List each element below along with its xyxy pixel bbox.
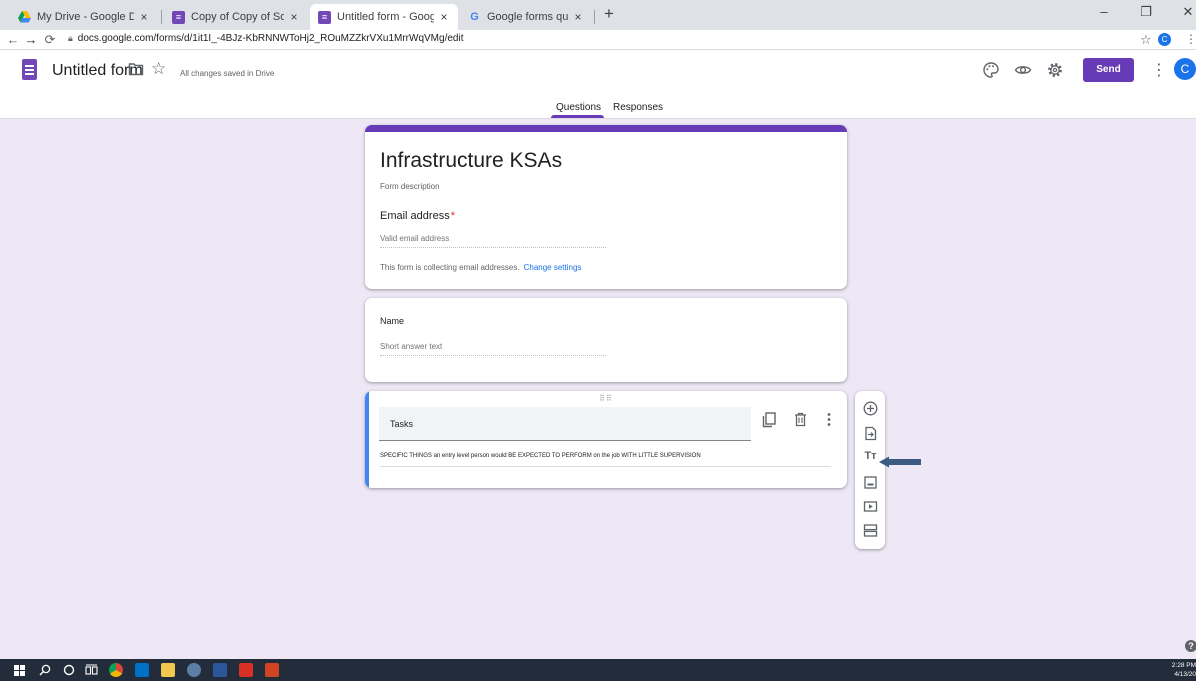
- new-tab-button[interactable]: +: [598, 4, 620, 26]
- add-item-toolbar: Tт: [855, 391, 885, 549]
- more-options-icon[interactable]: ⋮: [1151, 60, 1167, 80]
- email-answer-placeholder: Valid email address: [380, 234, 606, 248]
- email-label-text: Email address: [380, 210, 450, 222]
- tab-software-dev[interactable]: ≡ Copy of Copy of Software Dev K ×: [164, 4, 308, 30]
- tab-my-drive[interactable]: My Drive - Google Drive ×: [10, 4, 158, 30]
- email-note-text: This form is collecting email addresses.: [380, 263, 520, 272]
- annotation-arrow: [879, 456, 921, 468]
- star-icon[interactable]: ☆: [151, 59, 166, 79]
- more-vert-icon[interactable]: [826, 412, 832, 427]
- section-title-text: Tasks: [390, 419, 414, 429]
- tab-label: Copy of Copy of Software Dev K: [191, 11, 284, 23]
- close-icon[interactable]: ×: [138, 10, 150, 24]
- add-section-icon[interactable]: [863, 523, 878, 538]
- title-description-card[interactable]: ⠿⠿ Tasks SPECIFIC THINGS an entry level …: [365, 391, 847, 488]
- clock-date: 4/13/20: [1174, 671, 1196, 678]
- palette-icon[interactable]: [982, 61, 1000, 79]
- section-title-input[interactable]: Tasks: [379, 407, 751, 441]
- outlook-app-icon[interactable]: [135, 663, 149, 677]
- question-card-name[interactable]: Name Short answer text: [365, 298, 847, 382]
- file-explorer-icon[interactable]: [161, 663, 175, 677]
- change-settings-link[interactable]: Change settings: [524, 263, 582, 272]
- email-question-label: Email address*: [380, 210, 455, 222]
- question-title: Name: [380, 316, 405, 326]
- cortana-icon[interactable]: [63, 664, 75, 676]
- trash-icon[interactable]: [794, 412, 807, 427]
- word-app-icon[interactable]: [213, 663, 227, 677]
- move-to-folder-icon[interactable]: [128, 62, 144, 76]
- google-forms-icon: ≡: [318, 10, 331, 24]
- settings-gear-icon[interactable]: [1046, 61, 1064, 79]
- lock-icon: 🔒︎: [68, 33, 73, 43]
- user-avatar[interactable]: C: [1174, 58, 1196, 80]
- google-g-icon: G: [470, 11, 479, 23]
- reload-icon[interactable]: ⟳: [41, 31, 59, 49]
- tab-google-search[interactable]: G Google forms question icons - G ×: [460, 4, 592, 30]
- bookmark-star-icon[interactable]: ☆: [1140, 32, 1152, 48]
- forms-header: Untitled form ☆ All changes saved in Dri…: [0, 50, 1196, 119]
- windows-taskbar: 2:28 PM 4/13/20: [0, 659, 1196, 681]
- close-icon[interactable]: ×: [572, 10, 584, 24]
- tab-questions[interactable]: Questions: [556, 102, 601, 113]
- add-image-icon[interactable]: [863, 475, 878, 490]
- active-item-indicator: [365, 391, 369, 488]
- add-question-icon[interactable]: [863, 401, 878, 416]
- restore-icon[interactable]: ❐: [1134, 4, 1158, 20]
- close-icon[interactable]: ×: [288, 10, 300, 24]
- app-icon[interactable]: [187, 663, 201, 677]
- form-header-card: Infrastructure KSAs Form description Ema…: [365, 125, 847, 289]
- preview-eye-icon[interactable]: [1014, 61, 1032, 79]
- system-clock[interactable]: 2:28 PM 4/13/20: [1163, 661, 1196, 679]
- tab-separator: [594, 10, 595, 24]
- email-collection-note: This form is collecting email addresses.…: [380, 263, 581, 272]
- back-arrow-icon[interactable]: ←: [4, 31, 22, 49]
- forward-arrow-icon[interactable]: →: [22, 31, 40, 49]
- save-status: All changes saved in Drive: [180, 69, 275, 78]
- drag-handle-icon[interactable]: ⠿⠿: [599, 394, 613, 403]
- duplicate-icon[interactable]: [762, 412, 776, 428]
- required-asterisk: *: [450, 210, 455, 222]
- browser-tab-strip: My Drive - Google Drive × ≡ Copy of Copy…: [0, 0, 1196, 30]
- chrome-app-icon[interactable]: [109, 663, 123, 677]
- windows-start-icon[interactable]: [14, 665, 25, 676]
- google-forms-icon: ≡: [172, 10, 185, 24]
- browser-profile-avatar[interactable]: C: [1158, 33, 1171, 46]
- powerpoint-app-icon[interactable]: [265, 663, 279, 677]
- header-accent-bar: [365, 125, 847, 132]
- active-tab-indicator: [551, 115, 604, 118]
- search-icon[interactable]: [39, 664, 51, 676]
- google-drive-icon: [18, 11, 31, 24]
- form-description-field[interactable]: Form description: [380, 182, 440, 191]
- acrobat-app-icon[interactable]: [239, 663, 253, 677]
- short-answer-placeholder: Short answer text: [380, 342, 606, 356]
- tab-label: Google forms question icons - G: [487, 11, 568, 23]
- window-close-icon[interactable]: ✕: [1176, 4, 1196, 20]
- tab-untitled-form[interactable]: ≡ Untitled form - Google Forms ×: [310, 4, 458, 30]
- url-field[interactable]: 🔒︎ docs.google.com/forms/d/1it1I_-4BJz-Kb…: [68, 33, 463, 44]
- section-description-input[interactable]: SPECIFIC THINGS an entry level person wo…: [380, 453, 831, 467]
- task-view-icon[interactable]: [85, 664, 98, 676]
- tab-separator: [161, 10, 162, 24]
- close-icon[interactable]: ×: [438, 10, 450, 24]
- google-forms-logo-icon[interactable]: [22, 59, 37, 80]
- minimize-icon[interactable]: –: [1092, 4, 1116, 19]
- help-icon[interactable]: ?: [1185, 640, 1196, 652]
- add-video-icon[interactable]: [863, 499, 878, 514]
- tab-responses[interactable]: Responses: [613, 102, 663, 113]
- browser-menu-icon[interactable]: ⋮: [1185, 32, 1196, 46]
- send-button[interactable]: Send: [1083, 58, 1134, 82]
- tab-label: My Drive - Google Drive: [37, 11, 134, 23]
- url-text: docs.google.com/forms/d/1it1I_-4BJz-KbRN…: [77, 33, 464, 44]
- address-bar: ← → ⟳ 🔒︎ docs.google.com/forms/d/1it1I_-4…: [0, 30, 1196, 50]
- add-title-description-icon[interactable]: Tт: [863, 449, 878, 464]
- form-title[interactable]: Infrastructure KSAs: [380, 149, 562, 173]
- tab-label: Untitled form - Google Forms: [337, 11, 434, 23]
- import-questions-icon[interactable]: [863, 426, 878, 441]
- clock-time: 2:28 PM: [1171, 662, 1196, 669]
